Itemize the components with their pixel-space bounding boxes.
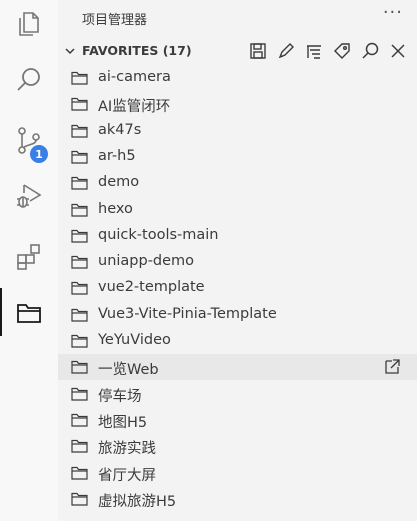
project-item[interactable]: ai-camera xyxy=(58,65,417,91)
project-item[interactable]: quick-tools-main xyxy=(58,223,417,249)
run-debug-icon[interactable] xyxy=(0,172,58,220)
sidebar-title: 项目管理器 xyxy=(82,13,148,28)
folder-icon xyxy=(71,412,88,427)
project-item[interactable]: 地图H5 xyxy=(58,407,417,433)
project-item[interactable]: hexo xyxy=(58,197,417,223)
filter-icon[interactable] xyxy=(304,41,324,61)
project-item[interactable]: Vue3-Vite-Pinia-Template xyxy=(58,302,417,328)
project-label: uniapp-demo xyxy=(98,253,195,270)
project-item[interactable]: vue2-template xyxy=(58,275,417,301)
search-icon[interactable] xyxy=(360,41,380,61)
folder-icon xyxy=(71,386,88,401)
project-label: Vue3-Vite-Pinia-Template xyxy=(98,305,277,322)
folder-icon xyxy=(71,438,88,453)
project-label: 旅游实践 xyxy=(98,441,156,458)
project-label: 地图H5 xyxy=(98,414,148,431)
close-icon[interactable] xyxy=(388,41,408,61)
source-control-icon[interactable]: 1 xyxy=(0,116,58,164)
section-title: FAVORITES (17) xyxy=(82,43,192,58)
folder-icon xyxy=(71,70,88,85)
edit-icon[interactable] xyxy=(276,41,296,61)
folder-icon xyxy=(71,465,88,480)
project-label: hexo xyxy=(98,200,133,217)
folder-icon xyxy=(71,359,88,374)
explorer-icon[interactable] xyxy=(0,0,58,48)
project-label: vue2-template xyxy=(98,279,205,296)
tag-icon[interactable] xyxy=(332,41,352,61)
folder-icon xyxy=(71,254,88,269)
project-label: ar-h5 xyxy=(98,147,136,164)
project-label: ak47s xyxy=(98,121,142,138)
project-label: 虚拟旅游H5 xyxy=(98,493,177,510)
project-label: AI监管闭环 xyxy=(98,99,171,116)
source-control-badge: 1 xyxy=(29,144,49,164)
project-item[interactable]: 旅游实践 xyxy=(58,433,417,459)
project-item[interactable]: ar-h5 xyxy=(58,144,417,170)
folder-icon xyxy=(71,307,88,322)
folder-icon xyxy=(71,96,88,111)
project-label: 一览Web xyxy=(98,362,159,379)
extensions-icon[interactable] xyxy=(0,232,58,280)
project-label: demo xyxy=(98,174,140,191)
project-item[interactable]: AI监管闭环 xyxy=(58,91,417,117)
favorites-section-header[interactable]: FAVORITES (17) xyxy=(58,38,417,64)
project-item[interactable]: ak47s xyxy=(58,118,417,144)
folder-icon xyxy=(71,228,88,243)
search-icon[interactable] xyxy=(0,56,58,104)
chevron-down-icon xyxy=(65,48,75,55)
project-manager-icon[interactable] xyxy=(0,288,58,336)
folder-icon xyxy=(71,491,88,506)
project-item[interactable]: 省厅大屏 xyxy=(58,460,417,486)
open-in-new-window-icon[interactable] xyxy=(383,358,401,376)
project-label: YeYuVideo xyxy=(98,332,171,348)
project-label: 停车场 xyxy=(98,388,142,405)
folder-icon xyxy=(71,175,88,190)
project-label: quick-tools-main xyxy=(98,226,219,243)
project-item[interactable]: demo xyxy=(58,170,417,196)
project-item[interactable]: 停车场 xyxy=(58,381,417,407)
save-icon[interactable] xyxy=(248,41,268,61)
project-item[interactable]: YeYuVideo xyxy=(58,328,417,354)
project-label: ai-camera xyxy=(98,69,171,85)
project-item[interactable]: uniapp-demo xyxy=(58,249,417,275)
folder-icon xyxy=(71,280,88,295)
folder-icon xyxy=(71,202,88,217)
folder-icon xyxy=(71,333,88,348)
folder-icon xyxy=(71,149,88,164)
activity-bar: 1 xyxy=(0,0,58,521)
folder-icon xyxy=(71,123,88,138)
more-actions-button[interactable]: ··· xyxy=(383,2,403,23)
project-item[interactable]: 虚拟旅游H5 xyxy=(58,486,417,512)
project-item[interactable]: 一览Web xyxy=(58,354,417,381)
sidebar: 项目管理器 ··· FAVORITES (17) ai-camera AI监管闭… xyxy=(58,0,417,521)
project-label: 省厅大屏 xyxy=(98,467,156,484)
